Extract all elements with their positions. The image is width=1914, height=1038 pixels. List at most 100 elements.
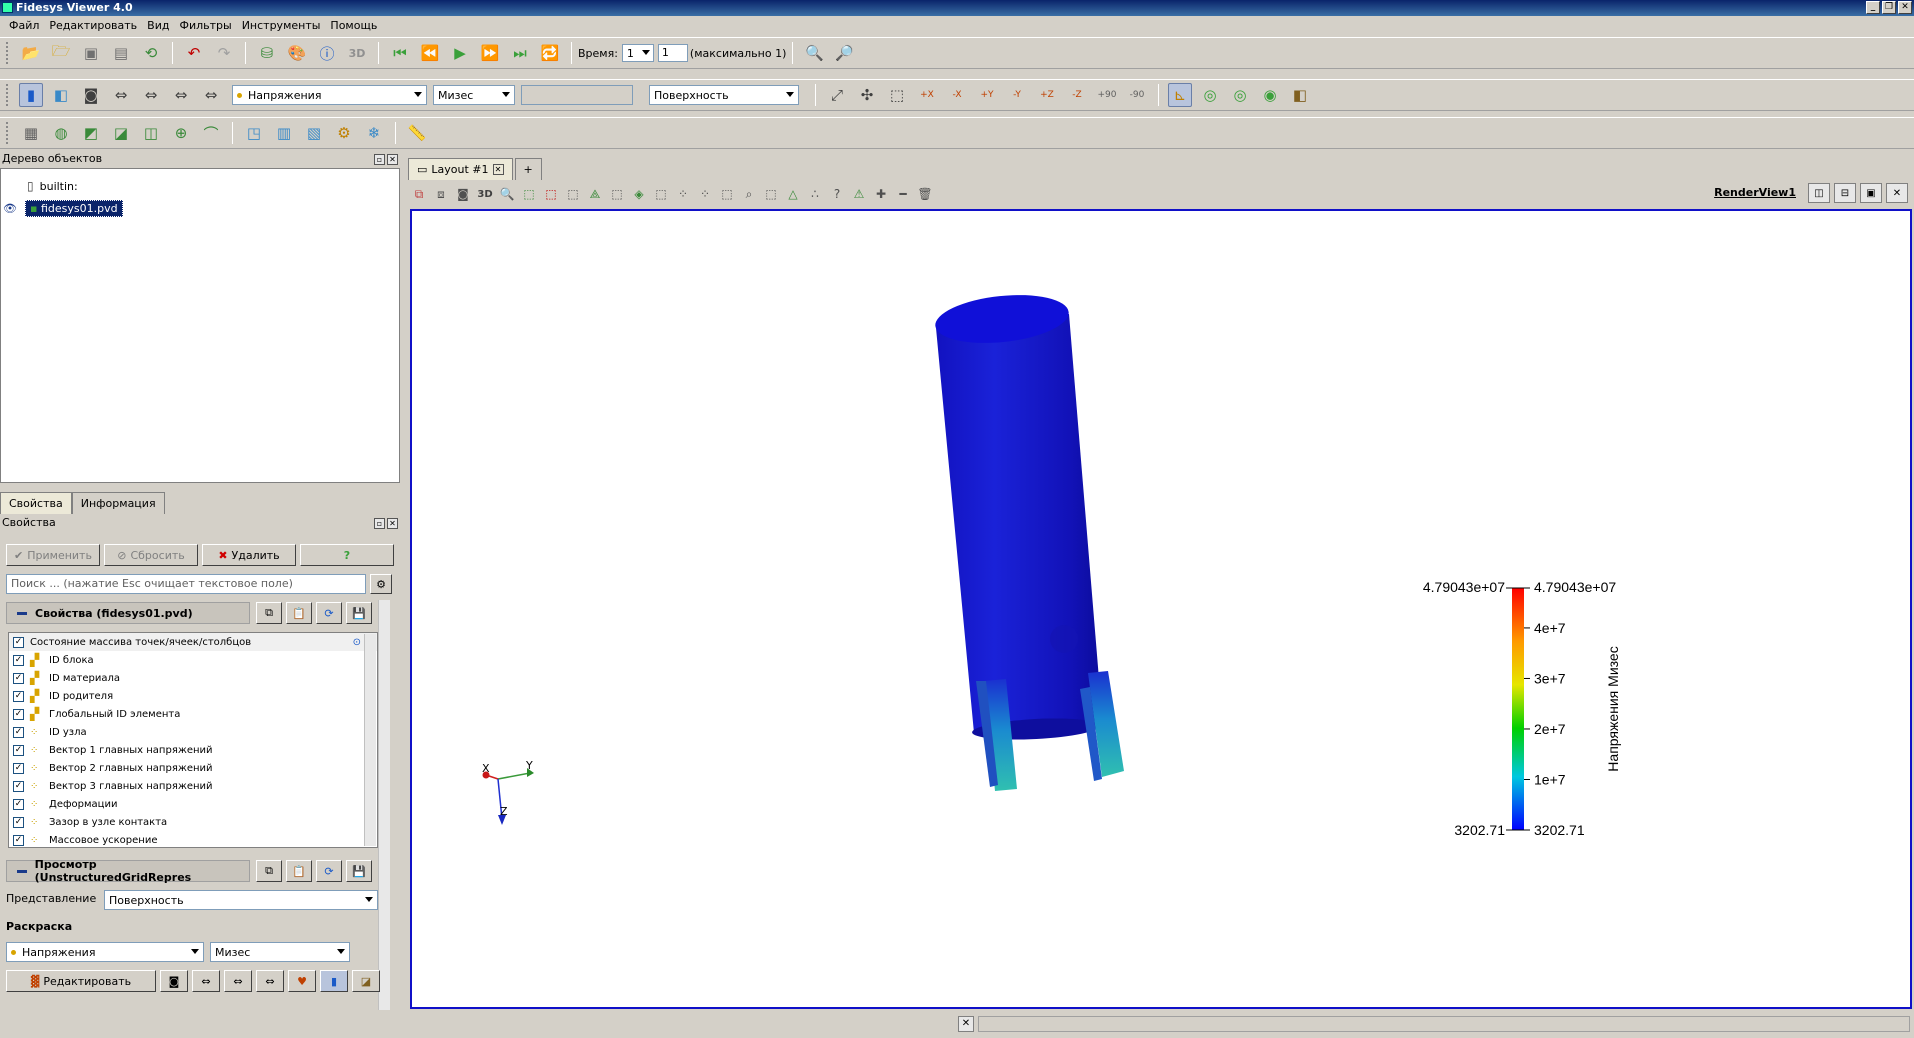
select-polygon-icon[interactable]: ⟁ <box>584 184 606 204</box>
color-legend-icon[interactable]: ▮ <box>19 83 43 107</box>
snowflake-icon[interactable]: ❄ <box>362 121 386 145</box>
clip-icon[interactable]: ◩ <box>79 121 103 145</box>
rescale-over-time-icon[interactable]: ⇔ <box>256 970 284 992</box>
close-view-icon[interactable]: ✕ <box>1886 183 1908 203</box>
grow-selection-icon[interactable]: ⁘ <box>694 184 716 204</box>
tab-layout-1[interactable]: ▭ Layout #1 ✕ <box>408 158 513 180</box>
model-mesh[interactable] <box>933 289 1124 791</box>
open-folder-icon[interactable]: 📂 <box>19 41 43 65</box>
query-icon[interactable]: ? <box>826 184 848 204</box>
color-legend[interactable]: 4.79043e+07 4.79043e+07 3202.71 3202.71 … <box>1423 579 1621 838</box>
zoom-closest-icon[interactable]: ✣ <box>855 83 879 107</box>
status-close-icon[interactable]: ✕ <box>958 1016 974 1032</box>
eye-icon[interactable]: 👁 <box>3 202 17 215</box>
last-frame-icon[interactable]: ⏭ <box>508 41 532 65</box>
view-plus-z-icon[interactable]: +Z <box>1035 83 1059 107</box>
reset-center-icon[interactable]: ◉ <box>1258 83 1282 107</box>
add-tab-button[interactable]: + <box>514 158 542 180</box>
pick-center-icon[interactable]: ◎ <box>1228 83 1252 107</box>
prev-frame-icon[interactable]: ⏪ <box>418 41 442 65</box>
angle-icon[interactable]: ∴ <box>804 184 826 204</box>
zoom-add-icon[interactable]: 🔎 <box>832 41 856 65</box>
close-panel-button[interactable]: ✕ <box>387 154 398 165</box>
extract-icon[interactable]: ◳ <box>242 121 266 145</box>
remove-icon[interactable]: ━ <box>892 184 914 204</box>
render-view-name[interactable]: RenderView1 <box>1714 186 1796 199</box>
array-list-scrollbar[interactable] <box>364 634 376 846</box>
menu-help[interactable]: Помощь <box>325 19 382 32</box>
probe-icon[interactable]: ⌕ <box>738 184 760 204</box>
representation-dropdown[interactable]: Поверхность <box>104 890 378 910</box>
rescale-time-icon[interactable]: ⇔ <box>169 83 193 107</box>
ruler-view-icon[interactable]: ⬚ <box>760 184 782 204</box>
array-item[interactable]: ✓ ⁘ ID узла <box>9 723 377 741</box>
group-icon[interactable]: ⚙ <box>332 121 356 145</box>
add-icon[interactable]: ✚ <box>870 184 892 204</box>
undo-icon[interactable]: ↶ <box>182 41 206 65</box>
view-minus-y-icon[interactable]: -Y <box>1005 83 1029 107</box>
3d-icon[interactable]: 3D <box>345 41 369 65</box>
menu-view[interactable]: Вид <box>142 19 174 32</box>
capture-icon[interactable]: ⧈ <box>430 184 452 204</box>
next-frame-icon[interactable]: ⏩ <box>478 41 502 65</box>
camera-icon[interactable]: ◙ <box>79 83 103 107</box>
maximize-button[interactable]: ❐ <box>1882 1 1896 14</box>
trash-icon[interactable]: 🗑 <box>914 184 936 204</box>
properties-search-input[interactable]: Поиск ... (нажатие Esc очищает текстовое… <box>6 574 366 594</box>
help-button[interactable]: ? <box>300 544 394 566</box>
zoom-icon[interactable]: 🔍 <box>496 184 518 204</box>
copy-icon[interactable]: ⧉ <box>256 602 282 624</box>
open-recent-icon[interactable]: 🗁 <box>49 41 73 65</box>
rescale-data-icon[interactable]: ⇔ <box>192 970 220 992</box>
plot-over-line-icon[interactable]: ▥ <box>272 121 296 145</box>
rescale-range-icon[interactable]: ⇔ <box>109 83 133 107</box>
axes-orientation-icon[interactable]: ⊾ <box>1168 83 1192 107</box>
refresh-display-icon[interactable]: ⟳ <box>316 860 342 882</box>
apply-button[interactable]: ✔ Применить <box>6 544 100 566</box>
select-block-icon[interactable]: ⬚ <box>606 184 628 204</box>
rescale-visible-range-icon[interactable]: ♥ <box>288 970 316 992</box>
reset-button[interactable]: ⊘ Сбросить <box>104 544 198 566</box>
refresh-icon[interactable]: ⟳ <box>316 602 342 624</box>
shrink-selection-icon[interactable]: ⬚ <box>716 184 738 204</box>
interactive-select-icon[interactable]: ◈ <box>628 184 650 204</box>
threshold-icon[interactable]: ◫ <box>139 121 163 145</box>
array-item[interactable]: ✓ ⁘ Вектор 2 главных напряжений <box>9 759 377 777</box>
rescale-custom-range-icon[interactable]: ⇔ <box>224 970 252 992</box>
close-properties-button[interactable]: ✕ <box>387 518 398 529</box>
tab-properties[interactable]: Свойства <box>0 492 72 514</box>
float-panel-button[interactable]: ▫ <box>374 154 385 165</box>
array-item[interactable]: ✓ ▞ ID родителя <box>9 687 377 705</box>
menu-edit[interactable]: Редактировать <box>44 19 142 32</box>
menu-filters[interactable]: Фильтры <box>174 19 236 32</box>
contour-icon[interactable]: ◍ <box>49 121 73 145</box>
query-triangle-icon[interactable]: ⚠ <box>848 184 870 204</box>
calculator-icon[interactable]: ▦ <box>19 121 43 145</box>
warp-icon[interactable]: ⌒ <box>199 121 223 145</box>
ruler-icon[interactable]: 📏 <box>405 121 429 145</box>
stream-tracer-icon[interactable]: ▧ <box>302 121 326 145</box>
split-horizontal-icon[interactable]: ◫ <box>1808 183 1830 203</box>
select-cells-icon[interactable]: ⬚ <box>518 184 540 204</box>
float-properties-button[interactable]: ▫ <box>374 518 385 529</box>
coloring-array-dropdown[interactable]: Напряжения <box>6 942 204 962</box>
advanced-settings-button[interactable]: ⚙ <box>370 574 392 594</box>
minimize-button[interactable]: _ <box>1866 1 1880 14</box>
view-minus-x-icon[interactable]: -X <box>945 83 969 107</box>
tree-item-fidesys[interactable]: 👁 ▪ fidesys01.pvd <box>3 199 123 217</box>
first-frame-icon[interactable]: ⏮ <box>388 41 412 65</box>
close-tab-icon[interactable]: ✕ <box>492 164 504 175</box>
save-data-icon[interactable]: ▣ <box>79 41 103 65</box>
section-properties-header[interactable]: Свойства (fidesys01.pvd) <box>6 602 250 624</box>
array-item[interactable]: ✓ ▞ ID материала <box>9 669 377 687</box>
view-minus-z-icon[interactable]: -Z <box>1065 83 1089 107</box>
connect-icon[interactable]: ⛁ <box>255 41 279 65</box>
view-plus-y-icon[interactable]: +Y <box>975 83 999 107</box>
select-points-icon[interactable]: ⬚ <box>540 184 562 204</box>
delete-button[interactable]: ✖ Удалить <box>202 544 296 566</box>
menu-tools[interactable]: Инструменты <box>237 19 326 32</box>
close-button[interactable]: ✕ <box>1898 1 1912 14</box>
hover-cells-icon[interactable]: ⁘ <box>672 184 694 204</box>
screenshot-icon[interactable]: ◙ <box>452 184 474 204</box>
save-display-icon[interactable]: 💾 <box>346 860 372 882</box>
